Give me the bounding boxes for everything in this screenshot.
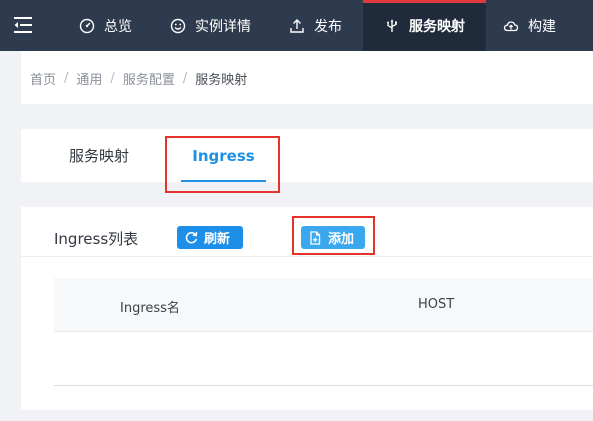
list-header: Ingress列表 刷新 添加: [21, 207, 593, 257]
column-header-ingress-name: Ingress名: [120, 301, 180, 316]
nav-item-instance-details[interactable]: 实例详情: [170, 0, 251, 51]
breadcrumb-separator: /: [64, 71, 69, 86]
nav-item-label: 构建: [528, 18, 556, 35]
table-header: Ingress名 HOST: [54, 278, 593, 332]
breadcrumb-bar: 首页 / 通用 / 服务配置 / 服务映射: [21, 51, 593, 104]
nav-item-label: 发布: [314, 18, 342, 35]
refresh-button-label: 刷新: [204, 232, 231, 247]
ingress-list-card: Ingress列表 刷新 添加 Ingress名 HOST: [21, 207, 593, 410]
tab-service-mapping[interactable]: 服务映射: [69, 129, 129, 182]
nav-item-build[interactable]: 构建: [503, 0, 556, 51]
dashboard-icon: [79, 18, 95, 34]
nav-item-label: 总览: [104, 18, 132, 35]
nav-item-overview[interactable]: 总览: [79, 0, 132, 51]
top-navigation-bar: 总览 实例详情 发布 服务映射 构建: [0, 0, 593, 51]
breadcrumb: 首页 / 通用 / 服务配置 / 服务映射: [30, 69, 247, 88]
breadcrumb-separator: /: [110, 71, 115, 86]
breadcrumb-home[interactable]: 首页: [30, 69, 56, 88]
active-tab-indicator: [181, 180, 266, 182]
nav-item-publish[interactable]: 发布: [289, 0, 342, 51]
breadcrumb-separator: /: [182, 71, 188, 86]
refresh-icon: [185, 231, 198, 244]
add-file-icon: [310, 230, 321, 245]
usb-icon: [384, 18, 400, 34]
tab-label: 服务映射: [69, 147, 130, 165]
tab-ingress[interactable]: Ingress: [181, 129, 266, 182]
table-body-empty: [54, 332, 593, 386]
breadcrumb-service-config[interactable]: 服务配置: [123, 69, 175, 88]
tabs-bar: 服务映射 Ingress: [21, 129, 593, 182]
smiley-icon: [170, 18, 186, 34]
menu-toggle-icon[interactable]: [14, 16, 34, 34]
nav-item-label: 服务映射: [409, 18, 465, 35]
add-button[interactable]: 添加: [301, 226, 365, 249]
nav-item-service-mapping[interactable]: 服务映射: [363, 0, 486, 51]
column-header-host: HOST: [418, 297, 455, 312]
refresh-button[interactable]: 刷新: [177, 226, 243, 249]
breadcrumb-general[interactable]: 通用: [76, 69, 102, 88]
tab-label: Ingress: [192, 146, 255, 165]
list-title: Ingress列表: [54, 230, 139, 248]
add-button-label: 添加: [328, 232, 355, 247]
ingress-table: Ingress名 HOST: [54, 278, 593, 386]
cloud-icon: [503, 18, 519, 34]
nav-item-label: 实例详情: [195, 18, 251, 35]
upload-icon: [289, 18, 305, 34]
breadcrumb-current: 服务映射: [195, 73, 248, 88]
